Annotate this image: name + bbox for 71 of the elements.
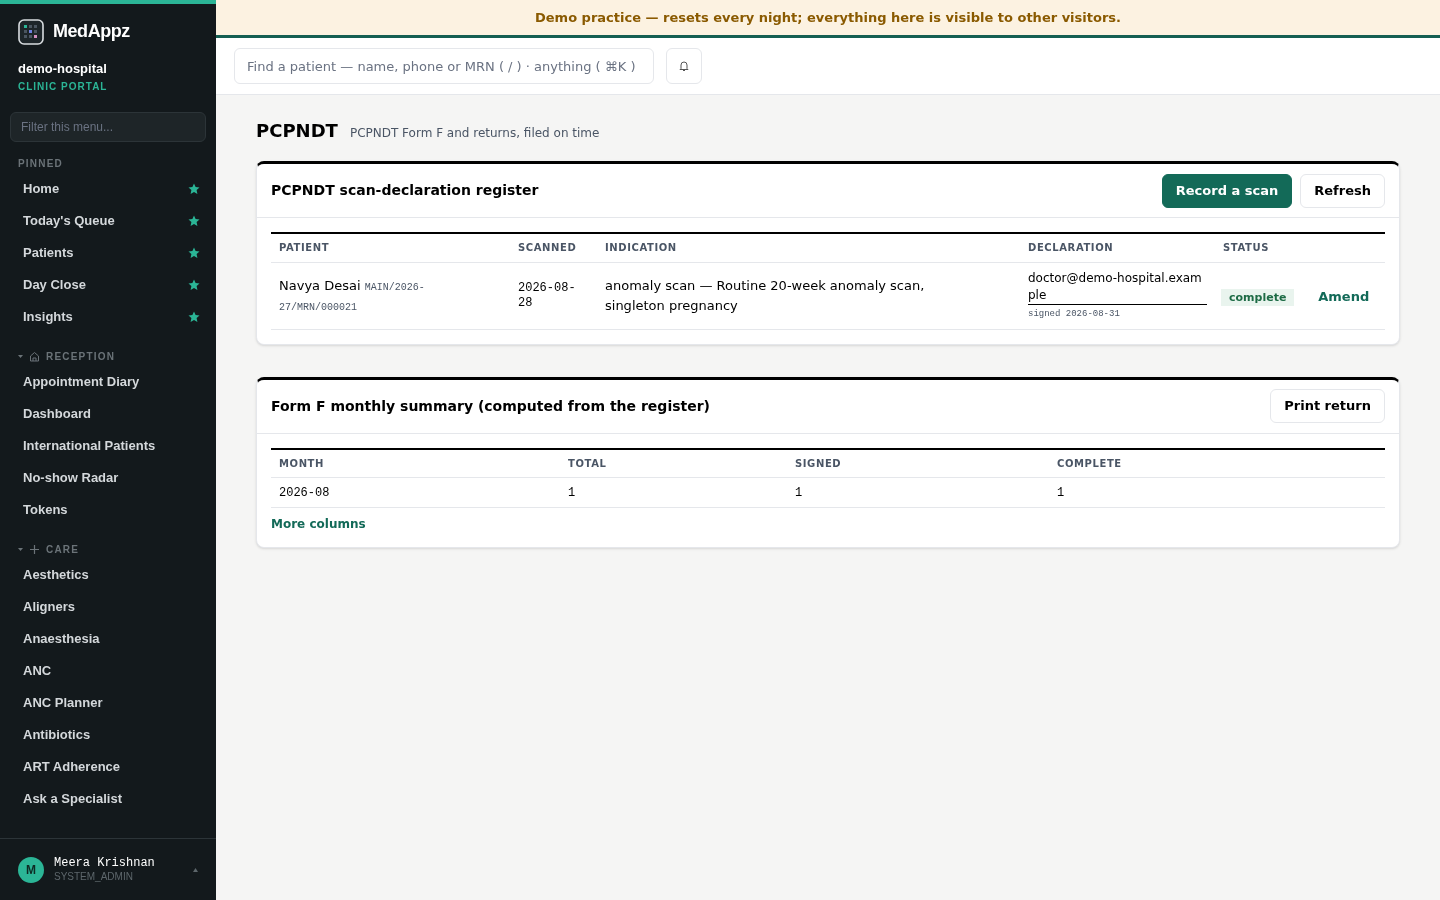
column-header: INDICATION [597, 233, 1020, 262]
more-columns-link[interactable]: More columns [271, 515, 366, 533]
table-cell: 1 [560, 477, 787, 508]
logo-icon [18, 18, 44, 45]
sidebar-item[interactable]: Anaesthesia [0, 622, 216, 655]
sidebar-item[interactable]: Aligners [0, 590, 216, 623]
column-header: STATUS [1215, 233, 1311, 262]
column-header: MONTH [271, 448, 560, 478]
sidebar-item[interactable]: Tokens [0, 493, 216, 526]
sidebar-item[interactable]: ART Adherence [0, 750, 216, 783]
sidebar-item[interactable]: Antibiotics [0, 718, 216, 751]
caret-icon[interactable] [18, 547, 23, 552]
signature-line: doctor@demo-hospital.example [1028, 269, 1207, 305]
section-heading: CARE [46, 543, 80, 557]
column-header: SIGNED [787, 448, 1049, 478]
sidebar-item[interactable]: Dashboard [0, 397, 216, 430]
sidebar-item[interactable]: No-show Radar [0, 461, 216, 494]
amend-link[interactable]: Amend [1318, 288, 1370, 304]
button[interactable]: Record a scan [1161, 173, 1293, 208]
sidebar-item[interactable]: Ask a Specialist [0, 782, 216, 815]
portal-label: CLINIC PORTAL [18, 79, 109, 94]
page-subtitle: PCPNDT Form F and returns, filed on time [349, 125, 600, 142]
banner-text: Demo practice — resets every night; everything here is visible to other visitors. [535, 8, 1121, 27]
column-header: DECLARATION [1020, 233, 1215, 262]
star-icon[interactable] [188, 246, 200, 259]
page-title: PCPNDT [256, 119, 338, 143]
sidebar-item[interactable]: ANC Planner [0, 686, 216, 719]
signed-date: signed 2026-08-31 [1028, 307, 1121, 321]
status-badge: complete [1221, 288, 1295, 306]
star-icon[interactable] [188, 182, 200, 195]
sidebar-item[interactable]: Appointment Diary [0, 365, 216, 398]
star-icon[interactable] [188, 278, 200, 291]
sidebar-item[interactable]: Insights [0, 300, 216, 333]
table-cell: 2026-08-28 [510, 262, 597, 329]
card-title: PCPNDT scan-declaration register [271, 181, 539, 200]
table-cell: 2026-08 [271, 477, 560, 508]
column-header: PATIENT [271, 233, 510, 262]
table-cell: Navya Desai MAIN/2026-27/MRN/000021 [271, 262, 510, 329]
star-icon[interactable] [188, 310, 200, 323]
org-name: demo-hospital [18, 60, 108, 78]
card-title: Form F monthly summary (computed from the register) [271, 396, 710, 416]
caret-icon[interactable] [18, 354, 23, 359]
sidebar-item[interactable]: Today's Queue [0, 204, 216, 237]
section-heading: PINNED [18, 157, 63, 171]
column-header: SCANNED [510, 233, 597, 262]
search-field[interactable]: Find a patient — name, phone or MRN ( / ) · anything ( ⌘K ) [234, 48, 654, 84]
column-header: COMPLETE [1049, 448, 1385, 478]
caret-icon [193, 867, 198, 872]
brand-name: MedAppz [53, 20, 130, 43]
sidebar-item[interactable]: Home [0, 172, 216, 205]
house-icon [29, 351, 40, 362]
star-icon[interactable] [188, 214, 200, 227]
user-name: Meera Krishnan [54, 855, 156, 871]
sidebar-item[interactable]: Day Close [0, 268, 216, 301]
bell-icon [678, 60, 690, 72]
section-heading: RECEPTION [46, 350, 116, 364]
sidebar-item[interactable]: ANC [0, 654, 216, 687]
column-header: TOTAL [560, 448, 787, 478]
table-cell: anomaly scan — Routine 20-week anomaly scan, singleton pregnancy [597, 262, 1020, 329]
sidebar-item[interactable]: Aesthetics [0, 558, 216, 591]
plus-icon [29, 544, 40, 555]
button[interactable]: Refresh [1300, 173, 1385, 208]
button[interactable]: Print return [1270, 389, 1385, 423]
user-panel[interactable]: M Meera Krishnan SYSTEM_ADMIN [0, 838, 216, 900]
user-role: SYSTEM_ADMIN [54, 870, 134, 884]
filter-field[interactable]: Filter this menu... [10, 111, 206, 142]
sidebar-item[interactable]: International Patients [0, 429, 216, 462]
table-cell: 1 [1049, 477, 1385, 508]
avatar: M [18, 856, 44, 883]
sidebar-item[interactable]: Patients [0, 236, 216, 269]
table-cell: 1 [787, 477, 1049, 508]
